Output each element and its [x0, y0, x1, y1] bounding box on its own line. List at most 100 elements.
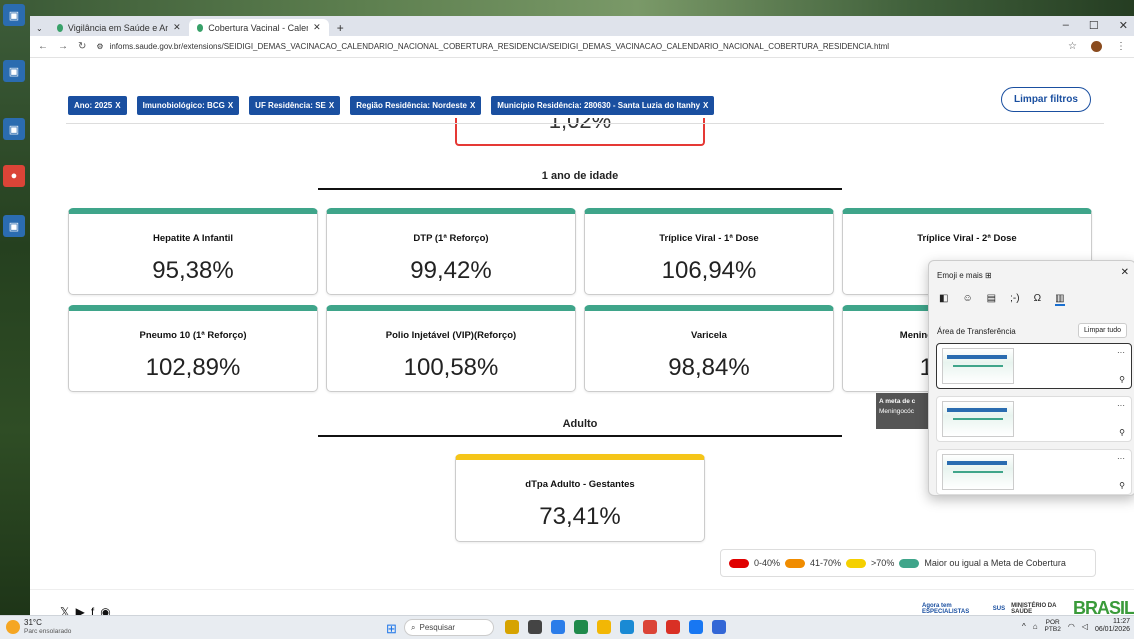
- clipboard-thumbnail: [942, 348, 1014, 384]
- filter-chip-ano[interactable]: Ano: 2025 X: [68, 96, 127, 115]
- symbols-icon[interactable]: Ω: [1034, 293, 1041, 306]
- remove-filter-icon[interactable]: X: [115, 101, 120, 110]
- new-tab-button[interactable]: +: [329, 19, 352, 36]
- close-tab-icon[interactable]: ✕: [173, 22, 181, 33]
- x-twitter-icon[interactable]: 𝕏: [60, 605, 70, 615]
- desktop-app-icon[interactable]: ▣: [3, 60, 25, 82]
- ministerio-saude-logo: MINISTÉRIO DA SAÚDE: [1011, 602, 1057, 615]
- language-indicator[interactable]: POR PTB2: [1045, 619, 1061, 633]
- clipboard-title: Área de Transferência: [937, 327, 1016, 336]
- close-window-icon[interactable]: ✕: [1119, 19, 1128, 32]
- more-options-icon[interactable]: ···: [1117, 454, 1125, 463]
- search-icon: ⌕: [411, 622, 416, 632]
- close-tab-icon[interactable]: ✕: [313, 22, 321, 33]
- windows-start-icon[interactable]: ⊞: [386, 621, 397, 637]
- tab-cobertura-vacinal[interactable]: Cobertura Vacinal - Calendário ✕: [188, 19, 329, 36]
- desktop-app-icon[interactable]: ▣: [3, 215, 25, 237]
- minimize-icon[interactable]: –: [1063, 19, 1069, 32]
- taskbar-app-icon[interactable]: [689, 620, 703, 634]
- taskbar-apps: [505, 620, 726, 634]
- coverage-card-dtp-reforco[interactable]: DTP (1ª Reforço) 99,42%: [326, 208, 576, 295]
- taskbar-app-icon[interactable]: [528, 620, 542, 634]
- clipboard-item[interactable]: ··· ⚲: [936, 449, 1132, 495]
- especialistas-logo: Agora tem ESPECIALISTAS: [922, 602, 970, 615]
- legend-swatch-green: [899, 558, 920, 568]
- remove-filter-icon[interactable]: X: [228, 101, 233, 110]
- remove-filter-icon[interactable]: X: [329, 101, 334, 110]
- edge-icon[interactable]: [620, 620, 634, 634]
- coverage-card-varicela[interactable]: Varicela 98,84%: [584, 305, 834, 392]
- recent-icon[interactable]: ◧: [939, 293, 948, 306]
- windows-taskbar: 31°C Parc ensolarado ⊞ ⌕ Pesquisar ^ ⌂ P…: [0, 615, 1134, 639]
- gif-icon[interactable]: ▤: [987, 293, 996, 306]
- coverage-card-triplice-viral-1[interactable]: Tríplice Viral - 1ª Dose 106,94%: [584, 208, 834, 295]
- clipboard-thumbnail: [942, 454, 1014, 490]
- desktop-app-icon[interactable]: ▣: [3, 118, 25, 140]
- remove-filter-icon[interactable]: X: [703, 101, 708, 110]
- maximize-icon[interactable]: ☐: [1089, 19, 1099, 32]
- menu-kebab-icon[interactable]: ⋮: [1116, 41, 1126, 52]
- wifi-icon[interactable]: ◠: [1068, 622, 1075, 631]
- window-controls: – ☐ ✕: [1063, 19, 1128, 32]
- chrome-icon[interactable]: [643, 620, 657, 634]
- clock[interactable]: 11:27 06/01/2026: [1095, 618, 1130, 635]
- site-info-icon[interactable]: ⚙: [96, 42, 103, 51]
- network-icon[interactable]: ⌂: [1033, 622, 1038, 631]
- tab-vigilancia[interactable]: Vigilância em Saúde e Ambiente ✕: [49, 19, 189, 36]
- sus-logo: SUS: [992, 605, 1006, 612]
- profile-avatar[interactable]: [1091, 41, 1102, 52]
- filter-chip-municipio-residencia[interactable]: Município Residência: 280630 - Santa Luz…: [491, 96, 715, 115]
- more-options-icon[interactable]: ···: [1117, 401, 1125, 410]
- favicon-icon: [56, 23, 63, 32]
- facebook-icon[interactable]: f: [91, 605, 94, 615]
- coverage-card-polio-vip[interactable]: Polio Injetável (VIP)(Reforço) 100,58%: [326, 305, 576, 392]
- weather-widget[interactable]: 31°C Parc ensolarado: [6, 618, 71, 635]
- emoji-icon[interactable]: ☺: [962, 293, 972, 306]
- chrome-desktop-icon[interactable]: ●: [3, 165, 25, 187]
- pin-icon[interactable]: ⚲: [1119, 375, 1125, 384]
- reload-icon[interactable]: ↻: [78, 41, 86, 52]
- taskbar-app-icon[interactable]: [574, 620, 588, 634]
- back-icon[interactable]: ←: [38, 41, 48, 52]
- system-tray: ^ ⌂ POR PTB2 ◠ ◁ 11:27 06/01/2026: [1022, 618, 1130, 635]
- tab-menu-icon[interactable]: ⌄: [36, 24, 49, 36]
- taskbar-app-icon[interactable]: [505, 620, 519, 634]
- clipboard-icon[interactable]: ▥: [1055, 293, 1065, 306]
- taskbar-app-icon[interactable]: [551, 620, 565, 634]
- chevron-up-icon[interactable]: ^: [1022, 622, 1026, 631]
- desktop-app-icon[interactable]: ▣: [3, 4, 25, 26]
- flickr-icon[interactable]: ◉: [100, 605, 110, 615]
- youtube-icon[interactable]: ▶: [76, 605, 85, 615]
- pin-icon[interactable]: ⚲: [1119, 428, 1125, 437]
- more-options-icon[interactable]: ···: [1117, 348, 1125, 357]
- taskbar-app-icon[interactable]: [666, 620, 680, 634]
- legend-swatch-yellow: [846, 558, 867, 568]
- coverage-card-dtpa-gestantes[interactable]: dTpa Adulto - Gestantes 73,41%: [455, 454, 705, 542]
- clipboard-item[interactable]: ··· ⚲: [936, 343, 1132, 389]
- bookmark-star-icon[interactable]: ☆: [1068, 41, 1077, 52]
- filter-chip-regiao-residencia[interactable]: Região Residência: Nordeste X: [350, 96, 482, 115]
- active-filters: Ano: 2025 X Imunobiológico: BCG X UF Resid…: [68, 96, 715, 115]
- taskbar-app-icon[interactable]: [712, 620, 726, 634]
- legend-swatch-red: [729, 558, 749, 568]
- pin-icon[interactable]: ⚲: [1119, 481, 1125, 490]
- sun-icon: [6, 619, 20, 634]
- filter-chip-imunobiologico[interactable]: Imunobiológico: BCG X: [136, 96, 240, 115]
- clear-all-button[interactable]: Limpar tudo: [1078, 323, 1127, 338]
- clipboard-thumbnail: [942, 401, 1014, 437]
- taskbar-search[interactable]: ⌕ Pesquisar: [404, 619, 494, 636]
- file-explorer-icon[interactable]: [597, 620, 611, 634]
- panel-tabs: ◧ ☺ ▤ ;-) Ω ▥: [939, 293, 1065, 306]
- kaomoji-icon[interactable]: ;-): [1010, 293, 1019, 306]
- address-bar[interactable]: ⚙ infoms.saude.gov.br/extensions/SEIDIGI…: [96, 42, 1058, 51]
- remove-filter-icon[interactable]: X: [470, 101, 475, 110]
- clear-filters-button[interactable]: Limpar filtros: [1001, 87, 1091, 112]
- meta-tooltip: A meta de c Meningocóc: [876, 393, 928, 429]
- coverage-card-hepatite-a[interactable]: Hepatite A Infantil 95,38%: [68, 208, 318, 295]
- volume-icon[interactable]: ◁: [1082, 622, 1088, 631]
- clipboard-item[interactable]: ··· ⚲: [936, 396, 1132, 442]
- coverage-card-pneumo-10[interactable]: Pneumo 10 (1ª Reforço) 102,89%: [68, 305, 318, 392]
- close-icon[interactable]: ✕: [1121, 267, 1129, 278]
- filter-chip-uf-residencia[interactable]: UF Residência: SE X: [249, 96, 341, 115]
- forward-icon[interactable]: →: [58, 41, 68, 52]
